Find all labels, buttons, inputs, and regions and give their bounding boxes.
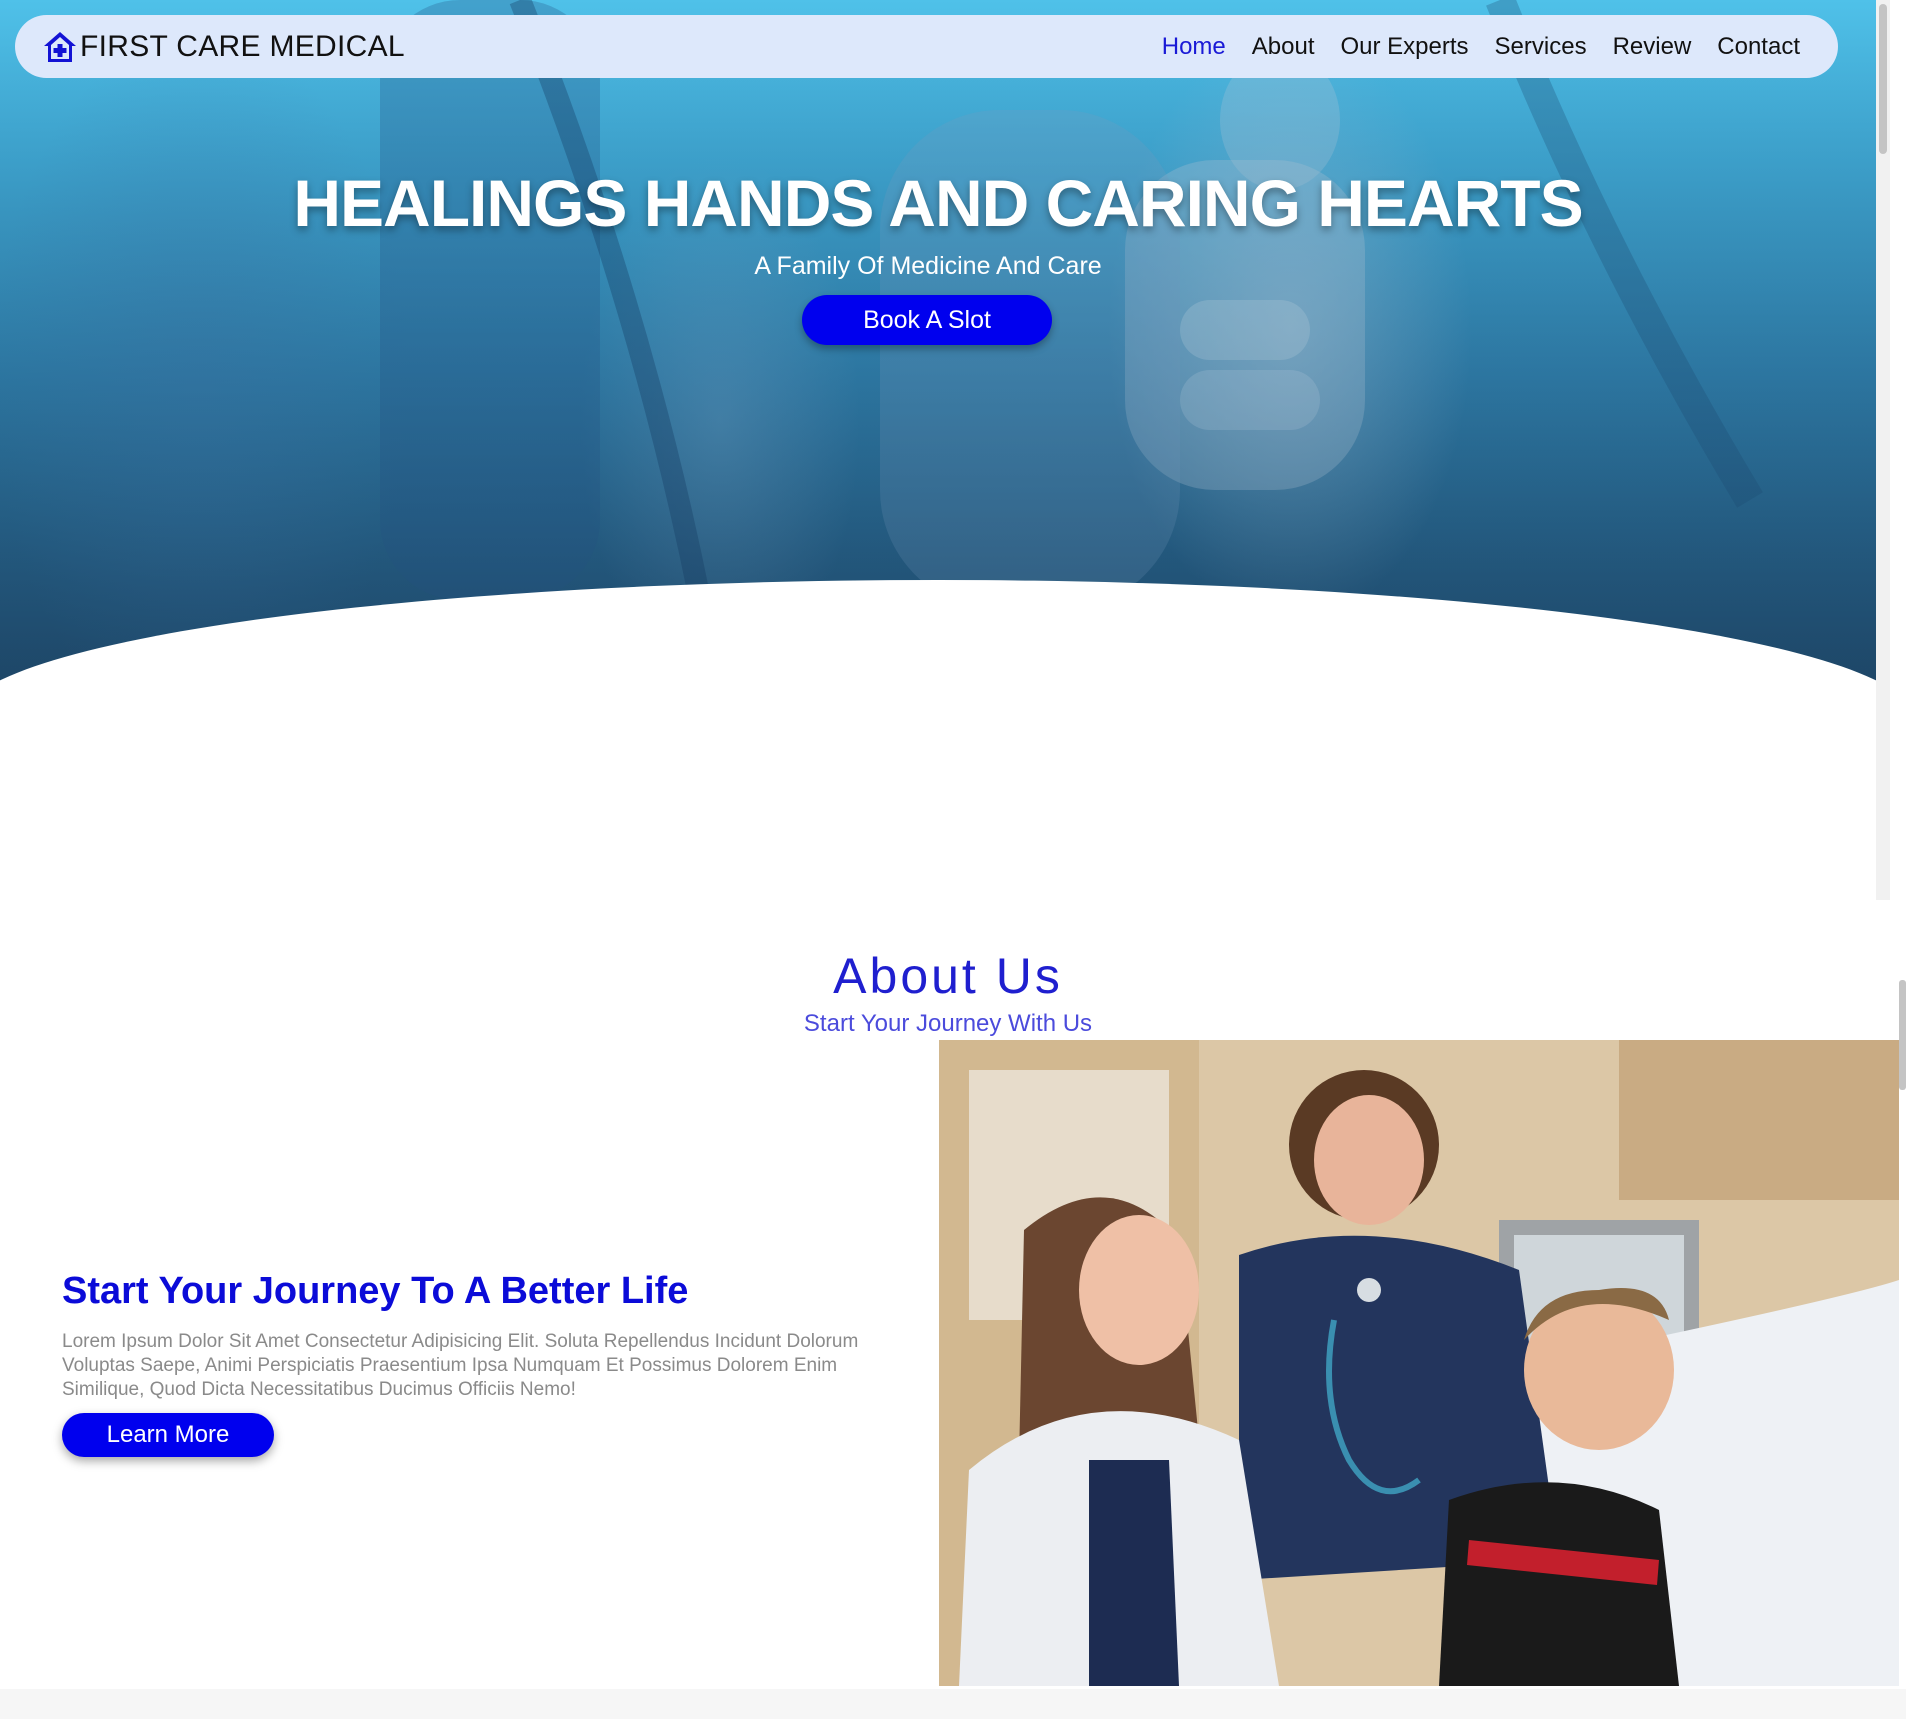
learn-more-button[interactable]: Learn More bbox=[62, 1413, 274, 1457]
hero-subtitle: A Family Of Medicine And Care bbox=[754, 252, 1102, 280]
brand-logo[interactable]: FIRST CARE MEDICAL bbox=[42, 27, 405, 67]
nav-link-our-experts[interactable]: Our Experts bbox=[1341, 33, 1469, 61]
hero-section: HEALINGS HANDS AND CARING HEARTS A Famil… bbox=[0, 0, 1876, 900]
nav-link-about[interactable]: About bbox=[1252, 33, 1315, 61]
page-scrollbar-thumb[interactable] bbox=[1879, 4, 1887, 154]
nav-link-contact[interactable]: Contact bbox=[1717, 33, 1800, 61]
about-subtitle: Start Your Journey With Us bbox=[803, 1010, 1093, 1037]
nav-link-services[interactable]: Services bbox=[1495, 33, 1587, 61]
next-section-strip bbox=[0, 1689, 1906, 1719]
doctor-nurse-patient-image bbox=[939, 1040, 1899, 1686]
brand-name: FIRST CARE MEDICAL bbox=[80, 30, 405, 63]
about-heading: Start Your Journey To A Better Life bbox=[62, 1270, 689, 1312]
nav-link-review[interactable]: Review bbox=[1613, 33, 1692, 61]
secondary-scrollbar-thumb[interactable] bbox=[1899, 980, 1906, 1090]
hero-title: HEALINGS HANDS AND CARING HEARTS bbox=[293, 166, 1583, 240]
hero-curve-divider bbox=[0, 580, 1876, 900]
nav-links: Home About Our Experts Services Review C… bbox=[1162, 15, 1800, 78]
nav-link-home[interactable]: Home bbox=[1162, 33, 1226, 61]
about-photo bbox=[939, 1040, 1899, 1686]
navbar: FIRST CARE MEDICAL Home About Our Expert… bbox=[15, 15, 1838, 78]
house-medical-icon bbox=[44, 32, 76, 62]
about-title: About Us bbox=[833, 948, 1063, 1004]
about-text: Lorem Ipsum Dolor Sit Amet Consectetur A… bbox=[62, 1331, 859, 1400]
book-slot-button[interactable]: Book A Slot bbox=[802, 295, 1052, 345]
